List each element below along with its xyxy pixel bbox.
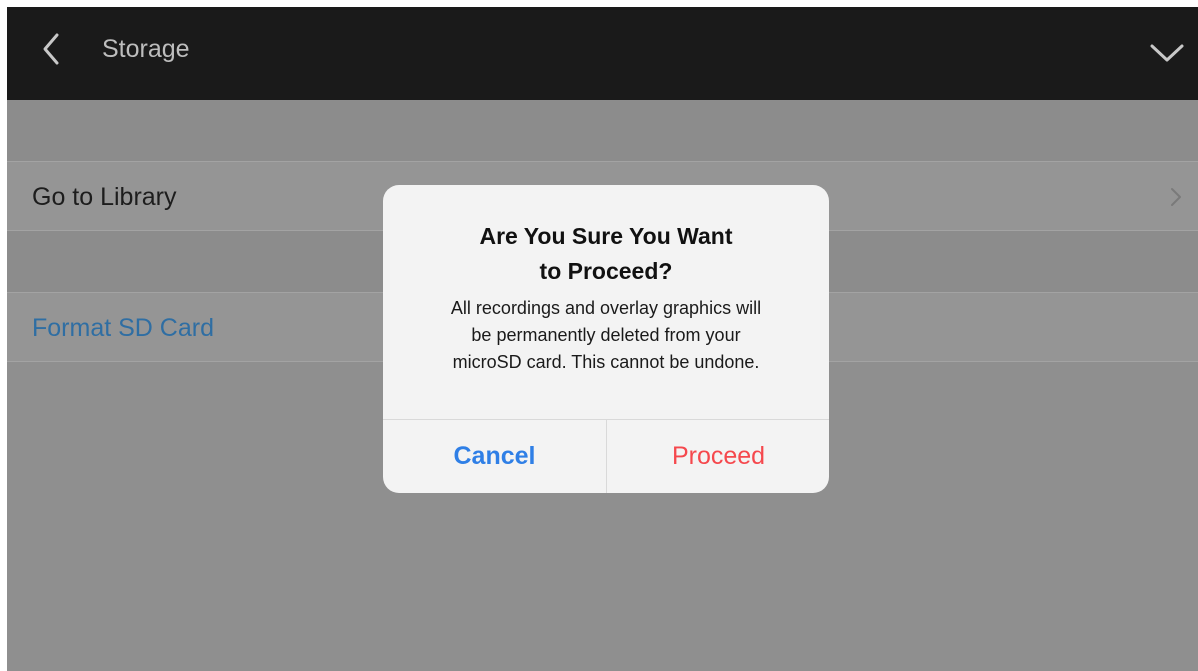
chevron-left-icon[interactable] <box>37 29 67 69</box>
dialog-message-line: All recordings and overlay graphics will <box>450 298 762 318</box>
confirmation-dialog: Are You Sure You Want to Proceed? All re… <box>383 185 829 493</box>
go-to-library-label: Go to Library <box>32 183 177 211</box>
navigation-bar: Storage <box>7 7 1198 100</box>
format-sd-card-label: Format SD Card <box>32 314 214 342</box>
section-spacer <box>7 100 1198 161</box>
chevron-right-icon <box>1171 188 1181 206</box>
screen: Storage Go to Library Format SD Card Are… <box>7 7 1198 671</box>
dialog-message-line: microSD card. This cannot be undone. <box>452 352 760 372</box>
dialog-message-line: be permanently deleted from your <box>471 325 741 345</box>
dialog-title: Are You Sure You Want to Proceed? <box>413 219 799 289</box>
dialog-title-line: to Proceed? <box>539 258 673 284</box>
chevron-down-icon[interactable] <box>1147 37 1187 67</box>
proceed-button[interactable]: Proceed <box>607 420 829 493</box>
cancel-button[interactable]: Cancel <box>383 420 606 493</box>
dialog-message: All recordings and overlay graphics will… <box>405 295 807 376</box>
dialog-title-line: Are You Sure You Want <box>479 223 733 249</box>
page-title: Storage <box>102 35 190 63</box>
